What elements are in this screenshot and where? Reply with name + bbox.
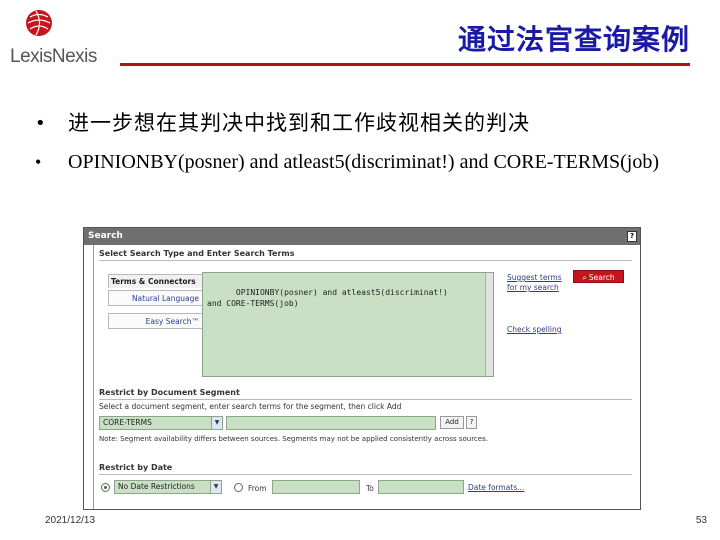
date-no-restriction-radio[interactable] xyxy=(101,483,110,492)
bullet-text: OPINIONBY(posner) and atleast5(discrimin… xyxy=(68,151,659,173)
date-range-radio[interactable] xyxy=(234,483,243,492)
bullet-list: • 进一步想在其判决中找到和工作歧视相关的判决 • OPINIONBY(posn… xyxy=(30,110,690,188)
slide-title: 通过法官查询案例 xyxy=(457,23,690,56)
help-button[interactable]: ? xyxy=(627,231,637,242)
segment-instruction: Select a document segment, enter search … xyxy=(99,402,402,411)
to-label: To xyxy=(366,484,374,493)
bullet-icon: • xyxy=(35,113,47,134)
date-option-value: No Date Restrictions xyxy=(118,482,195,491)
search-panel-header: Search ? xyxy=(84,228,640,245)
chevron-down-icon: ▼ xyxy=(210,481,221,493)
date-to-field[interactable] xyxy=(378,480,464,494)
tab-natural-language[interactable]: Natural Language xyxy=(108,290,203,306)
search-panel: Search ? Select Search Type and Enter Se… xyxy=(83,227,641,510)
segment-note: Note: Segment availability differs betwe… xyxy=(99,435,488,443)
date-formats-link[interactable]: Date formats... xyxy=(468,483,524,493)
suggest-terms-link[interactable]: Suggest terms for my search xyxy=(507,273,562,293)
search-icon: ⌕ xyxy=(582,273,587,282)
help-mini-button[interactable]: ? xyxy=(466,416,477,429)
brand-name: LexisNexis xyxy=(10,46,97,67)
segment-terms-field[interactable] xyxy=(226,416,436,430)
date-restriction-select[interactable]: No Date Restrictions ▼ xyxy=(114,480,222,494)
search-button-label: Search xyxy=(588,273,615,282)
lexisnexis-globe-icon xyxy=(26,10,52,36)
section-document-segment: Restrict by Document Segment xyxy=(99,388,632,400)
segment-select-value: CORE-TERMS xyxy=(103,418,152,427)
chevron-down-icon: ▼ xyxy=(211,417,222,429)
from-label: From xyxy=(248,484,267,493)
tab-easy-search[interactable]: Easy Search™ xyxy=(108,313,203,329)
check-spelling-link[interactable]: Check spelling xyxy=(507,325,562,335)
bullet-item: • OPINIONBY(posner) and atleast5(discrim… xyxy=(30,149,690,176)
section-date: Restrict by Date xyxy=(99,463,632,475)
section-search-type: Select Search Type and Enter Search Term… xyxy=(99,249,632,261)
search-panel-title: Search xyxy=(88,231,123,241)
search-panel-body: Select Search Type and Enter Search Term… xyxy=(93,245,640,509)
bullet-text: 进一步想在其判决中找到和工作歧视相关的判决 xyxy=(68,111,530,135)
slide-date: 2021/12/13 xyxy=(45,515,96,526)
bullet-icon: • xyxy=(35,152,42,172)
terms-scrollbar[interactable] xyxy=(485,273,493,376)
add-button[interactable]: Add xyxy=(440,416,464,429)
suggest-terms-line-1: Suggest terms xyxy=(507,273,562,282)
date-from-field[interactable] xyxy=(272,480,360,494)
lexisnexis-logo: LexisNexis xyxy=(10,6,120,67)
segment-select[interactable]: CORE-TERMS ▼ xyxy=(99,416,223,430)
search-button[interactable]: ⌕ Search xyxy=(573,270,624,283)
page-number: 53 xyxy=(695,515,707,526)
search-terms-input[interactable]: OPINIONBY(posner) and atleast5(discrimin… xyxy=(202,272,494,377)
tab-terms-connectors[interactable]: Terms & Connectors xyxy=(108,274,203,288)
suggest-terms-line-2: for my search xyxy=(507,283,559,292)
title-divider xyxy=(120,63,690,66)
search-terms-text: OPINIONBY(posner) and atleast5(discrimin… xyxy=(207,288,448,308)
bullet-item: • 进一步想在其判决中找到和工作歧视相关的判决 xyxy=(30,110,690,137)
